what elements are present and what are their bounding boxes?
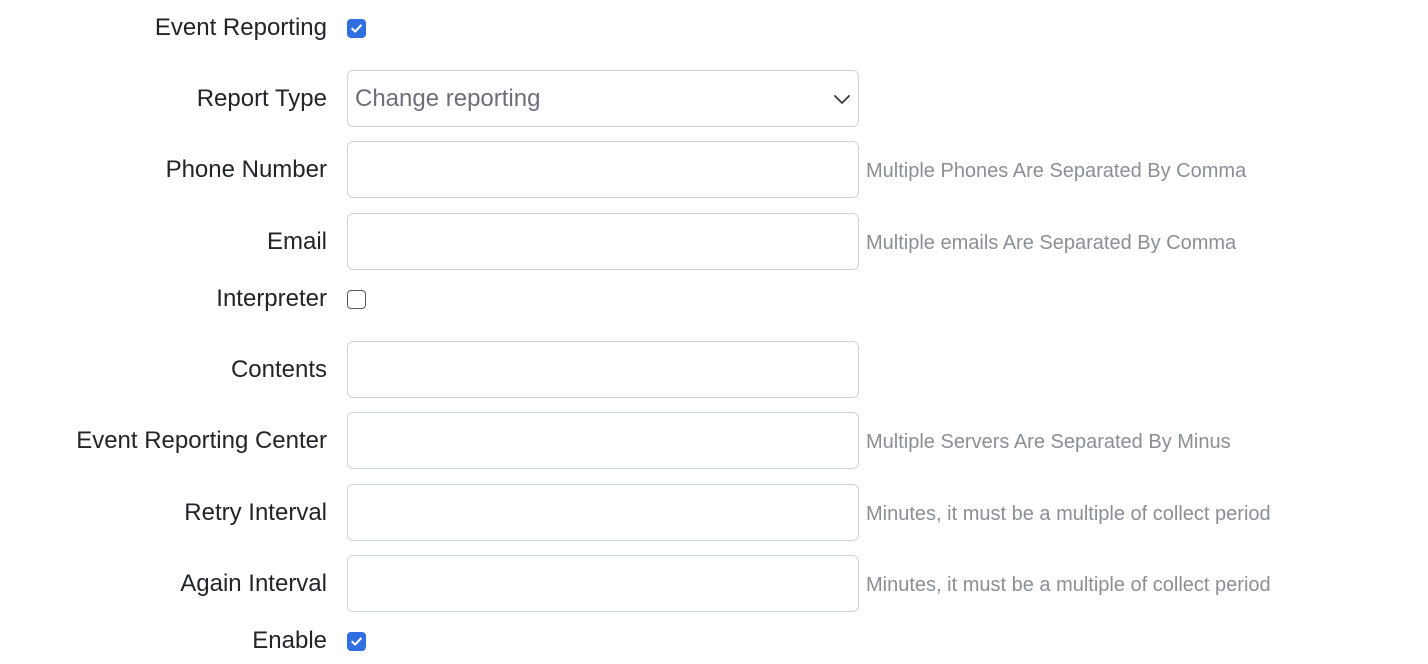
- report-type-control: Change reporting: [347, 70, 859, 127]
- report-type-selected-value: Change reporting: [355, 84, 541, 112]
- enable-label: Enable: [252, 627, 327, 654]
- check-icon: [351, 636, 362, 646]
- event-reporting-center-row: Event Reporting Center Multiple Servers …: [0, 412, 1428, 469]
- report-type-label: Report Type: [196, 84, 327, 112]
- interpreter-checkbox[interactable]: [347, 289, 366, 309]
- event-reporting-center-input[interactable]: [347, 412, 859, 469]
- enable-row: Enable: [0, 625, 1428, 657]
- phone-number-row: Phone Number Multiple Phones Are Separat…: [0, 141, 1428, 198]
- phone-number-hint: Multiple Phones Are Separated By Comma: [866, 160, 1247, 182]
- again-interval-row: Again Interval Minutes, it must be a mul…: [0, 555, 1428, 612]
- email-hint: Multiple emails Are Separated By Comma: [866, 232, 1237, 254]
- phone-number-input[interactable]: [347, 141, 859, 198]
- report-type-row: Report Type Change reporting: [0, 70, 1428, 127]
- event-reporting-center-hint: Multiple Servers Are Separated By Minus: [866, 431, 1231, 453]
- contents-input[interactable]: [347, 341, 859, 398]
- retry-interval-input[interactable]: [347, 484, 859, 541]
- again-interval-label: Again Interval: [180, 569, 327, 597]
- event-reporting-control: [347, 18, 366, 38]
- again-interval-control: Minutes, it must be a multiple of collec…: [347, 555, 1271, 612]
- contents-control: [347, 341, 859, 398]
- report-type-select[interactable]: Change reporting: [347, 70, 859, 127]
- enable-control: [347, 631, 366, 651]
- event-reporting-row: Event Reporting: [0, 12, 1428, 44]
- event-reporting-center-label: Event Reporting Center: [76, 426, 327, 454]
- contents-label: Contents: [230, 355, 327, 383]
- email-label: Email: [266, 227, 327, 255]
- event-reporting-center-control: Multiple Servers Are Separated By Minus: [347, 412, 1231, 469]
- interpreter-label: Interpreter: [216, 285, 327, 312]
- event-reporting-checkbox[interactable]: [347, 18, 366, 38]
- enable-checkbox[interactable]: [347, 631, 366, 651]
- retry-interval-row: Retry Interval Minutes, it must be a mul…: [0, 484, 1428, 541]
- email-row: Email Multiple emails Are Separated By C…: [0, 213, 1428, 270]
- again-interval-input[interactable]: [347, 555, 859, 612]
- again-interval-hint: Minutes, it must be a multiple of collec…: [866, 574, 1271, 596]
- contents-row: Contents: [0, 341, 1428, 398]
- email-input[interactable]: [347, 213, 859, 270]
- chevron-down-icon: [832, 89, 852, 109]
- event-reporting-label: Event Reporting: [154, 14, 327, 41]
- interpreter-control: [347, 289, 366, 309]
- phone-number-control: Multiple Phones Are Separated By Comma: [347, 141, 1246, 198]
- check-icon: [351, 23, 362, 33]
- retry-interval-hint: Minutes, it must be a multiple of collec…: [866, 503, 1271, 525]
- email-control: Multiple emails Are Separated By Comma: [347, 213, 1236, 270]
- interpreter-row: Interpreter: [0, 283, 1428, 315]
- retry-interval-control: Minutes, it must be a multiple of collec…: [347, 484, 1271, 541]
- phone-number-label: Phone Number: [165, 155, 327, 183]
- retry-interval-label: Retry Interval: [184, 498, 327, 526]
